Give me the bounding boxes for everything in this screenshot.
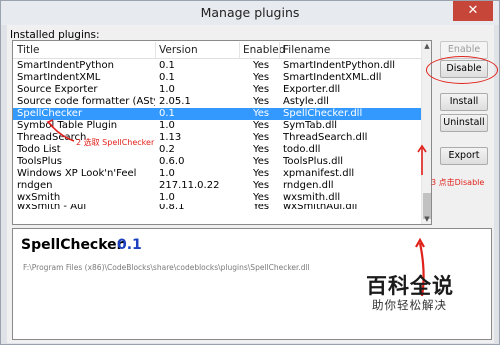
plugin-version: 0.2 <box>159 144 175 155</box>
plugin-enabled: Yes <box>253 180 270 191</box>
uninstall-button[interactable]: Uninstall <box>440 114 488 132</box>
plugin-filename: SmartIndentXML.dll <box>283 72 382 83</box>
plugin-row[interactable]: ToolsPlus 0.6.0 Yes ToolsPlus.dll <box>13 156 423 168</box>
plugin-title: Windows XP Look'n'Feel <box>17 168 137 179</box>
detail-plugin-version: 0.1 <box>117 237 142 253</box>
detail-plugin-path: F:\Program Files (x86)\CodeBlocks\share\… <box>23 263 310 272</box>
scroll-down-icon[interactable]: ▼ <box>422 214 431 224</box>
plugin-row[interactable]: ThreadSearch 1.13 Yes ThreadSearch.dll <box>13 132 423 144</box>
plugin-filename: SymTab.dll <box>283 120 338 131</box>
plugin-version: 0.6.0 <box>159 156 185 167</box>
plugin-enabled: Yes <box>253 204 270 212</box>
plugin-version: 0.1 <box>159 108 175 119</box>
plugin-filename: ToolsPlus.dll <box>283 156 344 167</box>
plugin-title: wxSmith - Aui <box>17 204 87 212</box>
plugin-enabled: Yes <box>253 156 270 167</box>
plugin-row[interactable]: SmartIndentPython 0.1 Yes SmartIndentPython… <box>13 60 423 72</box>
plugin-enabled: Yes <box>253 84 270 95</box>
plugin-row[interactable]: SpellChecker 0.1 Yes SpellChecker.dll <box>13 108 423 120</box>
plugin-row[interactable]: Windows XP Look'n'Feel 1.0 Yes xpmanifest.d… <box>13 168 423 180</box>
plugin-filename: ThreadSearch.dll <box>283 132 368 143</box>
list-header: Title Version Enabled Filename <box>13 41 423 59</box>
watermark-logo-text: 百科全说 <box>366 274 454 298</box>
plugin-filename: wxsmith.dll <box>283 192 341 203</box>
plugin-row[interactable]: SmartIndentXML 0.1 Yes SmartIndentXML.dll <box>13 72 423 84</box>
plugin-row[interactable]: Source code formatter (AStyle) 2.05.1 Yes A… <box>13 96 423 108</box>
annotation-step-3: 3 点击Disable <box>431 178 485 187</box>
plugin-title: Source Exporter <box>17 84 98 95</box>
install-new-button[interactable]: Install new <box>440 93 488 123</box>
close-icon: ✕ <box>467 3 479 18</box>
plugin-filename: todo.dll <box>283 144 321 155</box>
plugin-filename: rndgen.dll <box>283 180 334 191</box>
plugin-title: rndgen <box>17 180 53 191</box>
column-filename[interactable]: Filename <box>283 44 330 56</box>
plugin-filename: SpellChecker.dll <box>283 108 363 119</box>
plugin-version: 1.0 <box>159 192 175 203</box>
plugin-title: Source code formatter (AStyle) <box>17 96 155 107</box>
plugin-row[interactable]: rndgen 217.11.0.22 Yes rndgen.dll <box>13 180 423 192</box>
close-button[interactable]: ✕ <box>453 1 493 21</box>
plugin-title: SmartIndentPython <box>17 60 114 71</box>
plugin-enabled: Yes <box>253 192 270 203</box>
plugin-version: 0.8.1 <box>159 204 185 212</box>
plugin-row[interactable]: Todo List 0.2 Yes todo.dll <box>13 144 423 156</box>
plugin-version: 0.1 <box>159 60 175 71</box>
plugin-enabled: Yes <box>253 120 270 131</box>
plugin-row[interactable]: wxSmith 1.0 Yes wxsmith.dll <box>13 192 423 204</box>
annotation-step-2: 2 选取 SpellChecker <box>76 138 155 147</box>
plugin-enabled: Yes <box>253 96 270 107</box>
plugin-title: ToolsPlus <box>17 156 62 167</box>
plugin-version: 2.05.1 <box>159 96 191 107</box>
plugin-filename: Exporter.dll <box>283 84 341 95</box>
plugin-row[interactable]: Source Exporter 1.0 Yes Exporter.dll <box>13 84 423 96</box>
plugin-title: wxSmith <box>17 192 61 203</box>
plugin-filename: SmartIndentPython.dll <box>283 60 396 71</box>
window-title: Manage plugins <box>200 5 300 20</box>
plugin-enabled: Yes <box>253 108 270 119</box>
plugin-version: 1.0 <box>159 84 175 95</box>
detail-plugin-name: SpellChecker <box>21 237 124 253</box>
plugin-title: SpellChecker <box>17 108 83 119</box>
plugin-version: 1.0 <box>159 120 175 131</box>
plugin-title: Symbol Table Plugin <box>17 120 118 131</box>
column-divider[interactable] <box>155 42 156 58</box>
column-divider[interactable] <box>239 42 240 58</box>
plugin-filename: Astyle.dll <box>283 96 329 107</box>
plugin-row[interactable]: wxSmith - Aui 0.8.1 Yes wxSmithAui.dll <box>13 204 423 214</box>
plugin-enabled: Yes <box>253 72 270 83</box>
title-bar: Manage plugins ✕ <box>1 1 499 25</box>
scroll-up-icon[interactable]: ▲ <box>422 41 431 51</box>
plugin-filename: wxSmithAui.dll <box>283 204 358 212</box>
column-version[interactable]: Version <box>159 44 198 56</box>
plugin-filename: xpmanifest.dll <box>283 168 355 179</box>
plugin-version: 1.0 <box>159 168 175 179</box>
plugin-row[interactable]: Symbol Table Plugin 1.0 Yes SymTab.dll <box>13 120 423 132</box>
column-divider[interactable] <box>279 42 280 58</box>
plugin-list[interactable]: Title Version Enabled Filename SmartInde… <box>12 40 432 225</box>
plugin-version: 1.13 <box>159 132 182 143</box>
plugin-enabled: Yes <box>253 60 270 71</box>
plugin-title: SmartIndentXML <box>17 72 101 83</box>
plugin-enabled: Yes <box>253 132 270 143</box>
plugin-version: 217.11.0.22 <box>159 180 220 191</box>
plugin-enabled: Yes <box>253 168 270 179</box>
plugin-version: 0.1 <box>159 72 175 83</box>
export-button[interactable]: Export <box>440 147 488 165</box>
plugin-rows: SmartIndentPython 0.1 Yes SmartIndentPython… <box>13 60 423 214</box>
disable-highlight-circle <box>426 56 498 84</box>
watermark-slogan: 助你轻松解决 <box>372 298 447 312</box>
plugin-enabled: Yes <box>253 144 270 155</box>
column-title[interactable]: Title <box>17 44 40 56</box>
